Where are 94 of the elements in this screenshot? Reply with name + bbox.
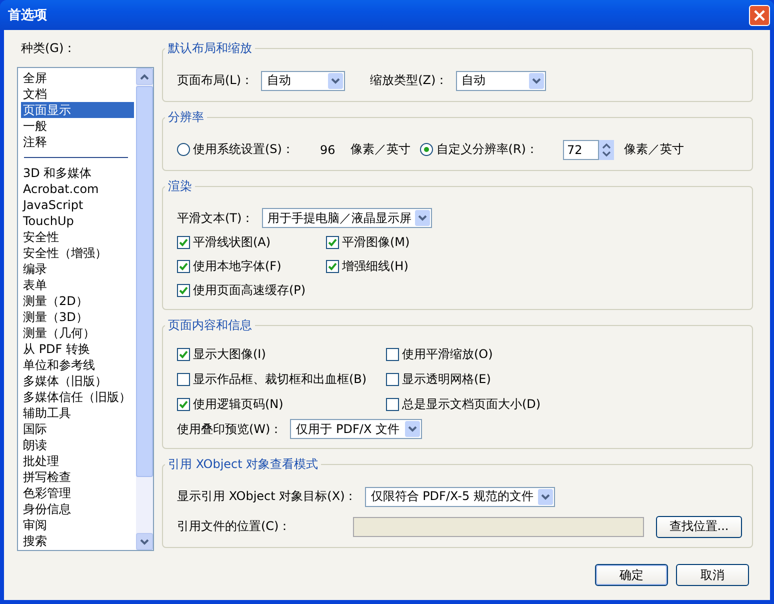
- radio-button[interactable]: [177, 143, 190, 156]
- checkbox[interactable]: [326, 260, 339, 272]
- group-title: 默认布局和缩放: [165, 41, 255, 55]
- checkbox[interactable]: [326, 236, 339, 248]
- checkbox[interactable]: [177, 372, 190, 386]
- list-item[interactable]: 多媒体（旧版）: [21, 373, 134, 389]
- checkbox-label: 使用页面高速缓存(P): [193, 282, 306, 298]
- chevron-down-icon: [140, 538, 149, 544]
- list-item[interactable]: 表单: [21, 277, 134, 293]
- list-item[interactable]: 色彩管理: [21, 485, 134, 501]
- list-item[interactable]: JavaScript: [21, 197, 134, 213]
- list-item[interactable]: 朗读: [21, 437, 134, 453]
- checkbox-label: 显示大图像(I): [193, 346, 266, 362]
- dropdown-caret-icon: [405, 421, 420, 437]
- checkbox[interactable]: [177, 348, 190, 360]
- group-title: 分辨率: [165, 110, 207, 124]
- list-item[interactable]: 辅助工具: [21, 405, 134, 421]
- field-label: 缩放类型(Z)：: [370, 72, 448, 89]
- checkbox-label: 使用平滑缩放(O): [402, 346, 493, 362]
- list-item[interactable]: 编录: [21, 261, 134, 277]
- field-label: 使用叠印预览(W)：: [177, 420, 282, 438]
- dropdown[interactable]: 自动: [456, 70, 546, 90]
- list-item[interactable]: 全屏: [21, 70, 134, 86]
- radio-label: 使用系统设置(S)：: [193, 141, 294, 158]
- checkbox-label: 增强细线(H): [342, 258, 408, 274]
- unit-text: 像素／英寸: [624, 141, 684, 158]
- list-item[interactable]: 国际: [21, 421, 134, 437]
- dropdown[interactable]: 用于手提电脑／液晶显示屏: [262, 208, 432, 228]
- list-item[interactable]: 注释: [21, 134, 134, 150]
- scrollbar[interactable]: [136, 68, 153, 550]
- list-item[interactable]: 安全性: [21, 229, 134, 245]
- dropdown-caret-icon: [414, 210, 430, 226]
- radio-button[interactable]: [420, 143, 434, 156]
- list-item[interactable]: 拼写检查: [21, 469, 134, 485]
- checkbox-label: 平滑图像(M): [342, 234, 410, 250]
- unit-text: 像素／英寸: [350, 141, 410, 158]
- dropdown[interactable]: 仅用于 PDF/X 文件: [290, 419, 422, 439]
- checkbox-label: 使用逻辑页码(N): [193, 396, 284, 412]
- field-label: 引用文件的位置(C)：: [177, 518, 292, 535]
- checkbox-label: 平滑线状图(A): [193, 234, 271, 250]
- group-title: 页面内容和信息: [165, 318, 255, 332]
- list-item[interactable]: 页面显示: [21, 102, 134, 118]
- dropdown-caret-icon: [528, 72, 544, 88]
- list-item[interactable]: 审阅: [21, 517, 134, 533]
- category-label: 种类(G)：: [21, 40, 76, 56]
- checkbox[interactable]: [177, 284, 190, 296]
- unit-text: 96: [320, 142, 336, 156]
- field-label: 页面布局(L)：: [177, 72, 254, 89]
- scroll-up-button[interactable]: [136, 68, 153, 85]
- scroll-down-button[interactable]: [136, 533, 153, 550]
- number-field[interactable]: 72: [562, 140, 599, 160]
- checkbox[interactable]: [386, 348, 399, 360]
- dialog-button[interactable]: 取消: [676, 564, 749, 586]
- checkbox-label: 总是显示文档页面大小(D): [402, 396, 541, 412]
- list-item[interactable]: 一般: [21, 118, 134, 134]
- checkbox-label: 显示作品框、裁切框和出血框(B): [193, 370, 367, 388]
- close-button[interactable]: [749, 4, 770, 26]
- chevron-up-icon: [140, 74, 149, 80]
- list-item[interactable]: 文档: [21, 86, 134, 102]
- list-item[interactable]: 单位和参考线: [21, 357, 134, 373]
- list-item[interactable]: 测量（3D）: [21, 309, 134, 325]
- list-item[interactable]: 多媒体信任（旧版）: [21, 389, 134, 405]
- list-item[interactable]: 从 PDF 转换: [21, 341, 134, 357]
- list-item[interactable]: 测量（2D）: [21, 293, 134, 309]
- checkbox[interactable]: [177, 236, 190, 248]
- checkbox[interactable]: [177, 398, 190, 410]
- radio-label: 自定义分辨率(R)：: [436, 141, 538, 158]
- list-item[interactable]: 批处理: [21, 453, 134, 469]
- checkbox[interactable]: [177, 260, 190, 272]
- window-title: 首选项: [8, 7, 47, 24]
- checkbox-label: 显示透明网格(E): [402, 370, 491, 388]
- list-item[interactable]: 搜索: [21, 533, 134, 549]
- group-title: 引用 XObject 对象查看模式: [165, 457, 322, 471]
- checkbox[interactable]: [386, 372, 399, 386]
- dropdown[interactable]: 仅限符合 PDF/X-5 规范的文件: [364, 486, 555, 506]
- scroll-thumb[interactable]: [136, 86, 153, 477]
- field-label: 显示引用 XObject 对象目标(X)：: [177, 488, 357, 505]
- dropdown[interactable]: 自动: [261, 70, 346, 90]
- close-icon: [754, 10, 765, 20]
- spinner-arrows-icon[interactable]: [598, 140, 614, 160]
- dropdown-caret-icon: [538, 488, 553, 504]
- list-item[interactable]: TouchUp: [21, 213, 134, 229]
- list-item[interactable]: 安全性（增强）: [21, 245, 134, 261]
- list-item[interactable]: Acrobat.com: [21, 181, 134, 197]
- group-title: 渲染: [165, 179, 195, 193]
- list-item[interactable]: 身份信息: [21, 501, 134, 517]
- list-item[interactable]: 测量（几何）: [21, 325, 134, 341]
- dropdown-caret-icon: [328, 72, 344, 88]
- dialog-button[interactable]: 确定: [595, 564, 668, 586]
- checkbox-label: 使用本地字体(F): [193, 258, 282, 274]
- browse-button[interactable]: 查找位置...: [656, 516, 742, 538]
- field-label: 平滑文本(T)：: [177, 210, 254, 226]
- list-item[interactable]: 3D 和多媒体: [21, 165, 134, 181]
- checkbox[interactable]: [386, 398, 399, 410]
